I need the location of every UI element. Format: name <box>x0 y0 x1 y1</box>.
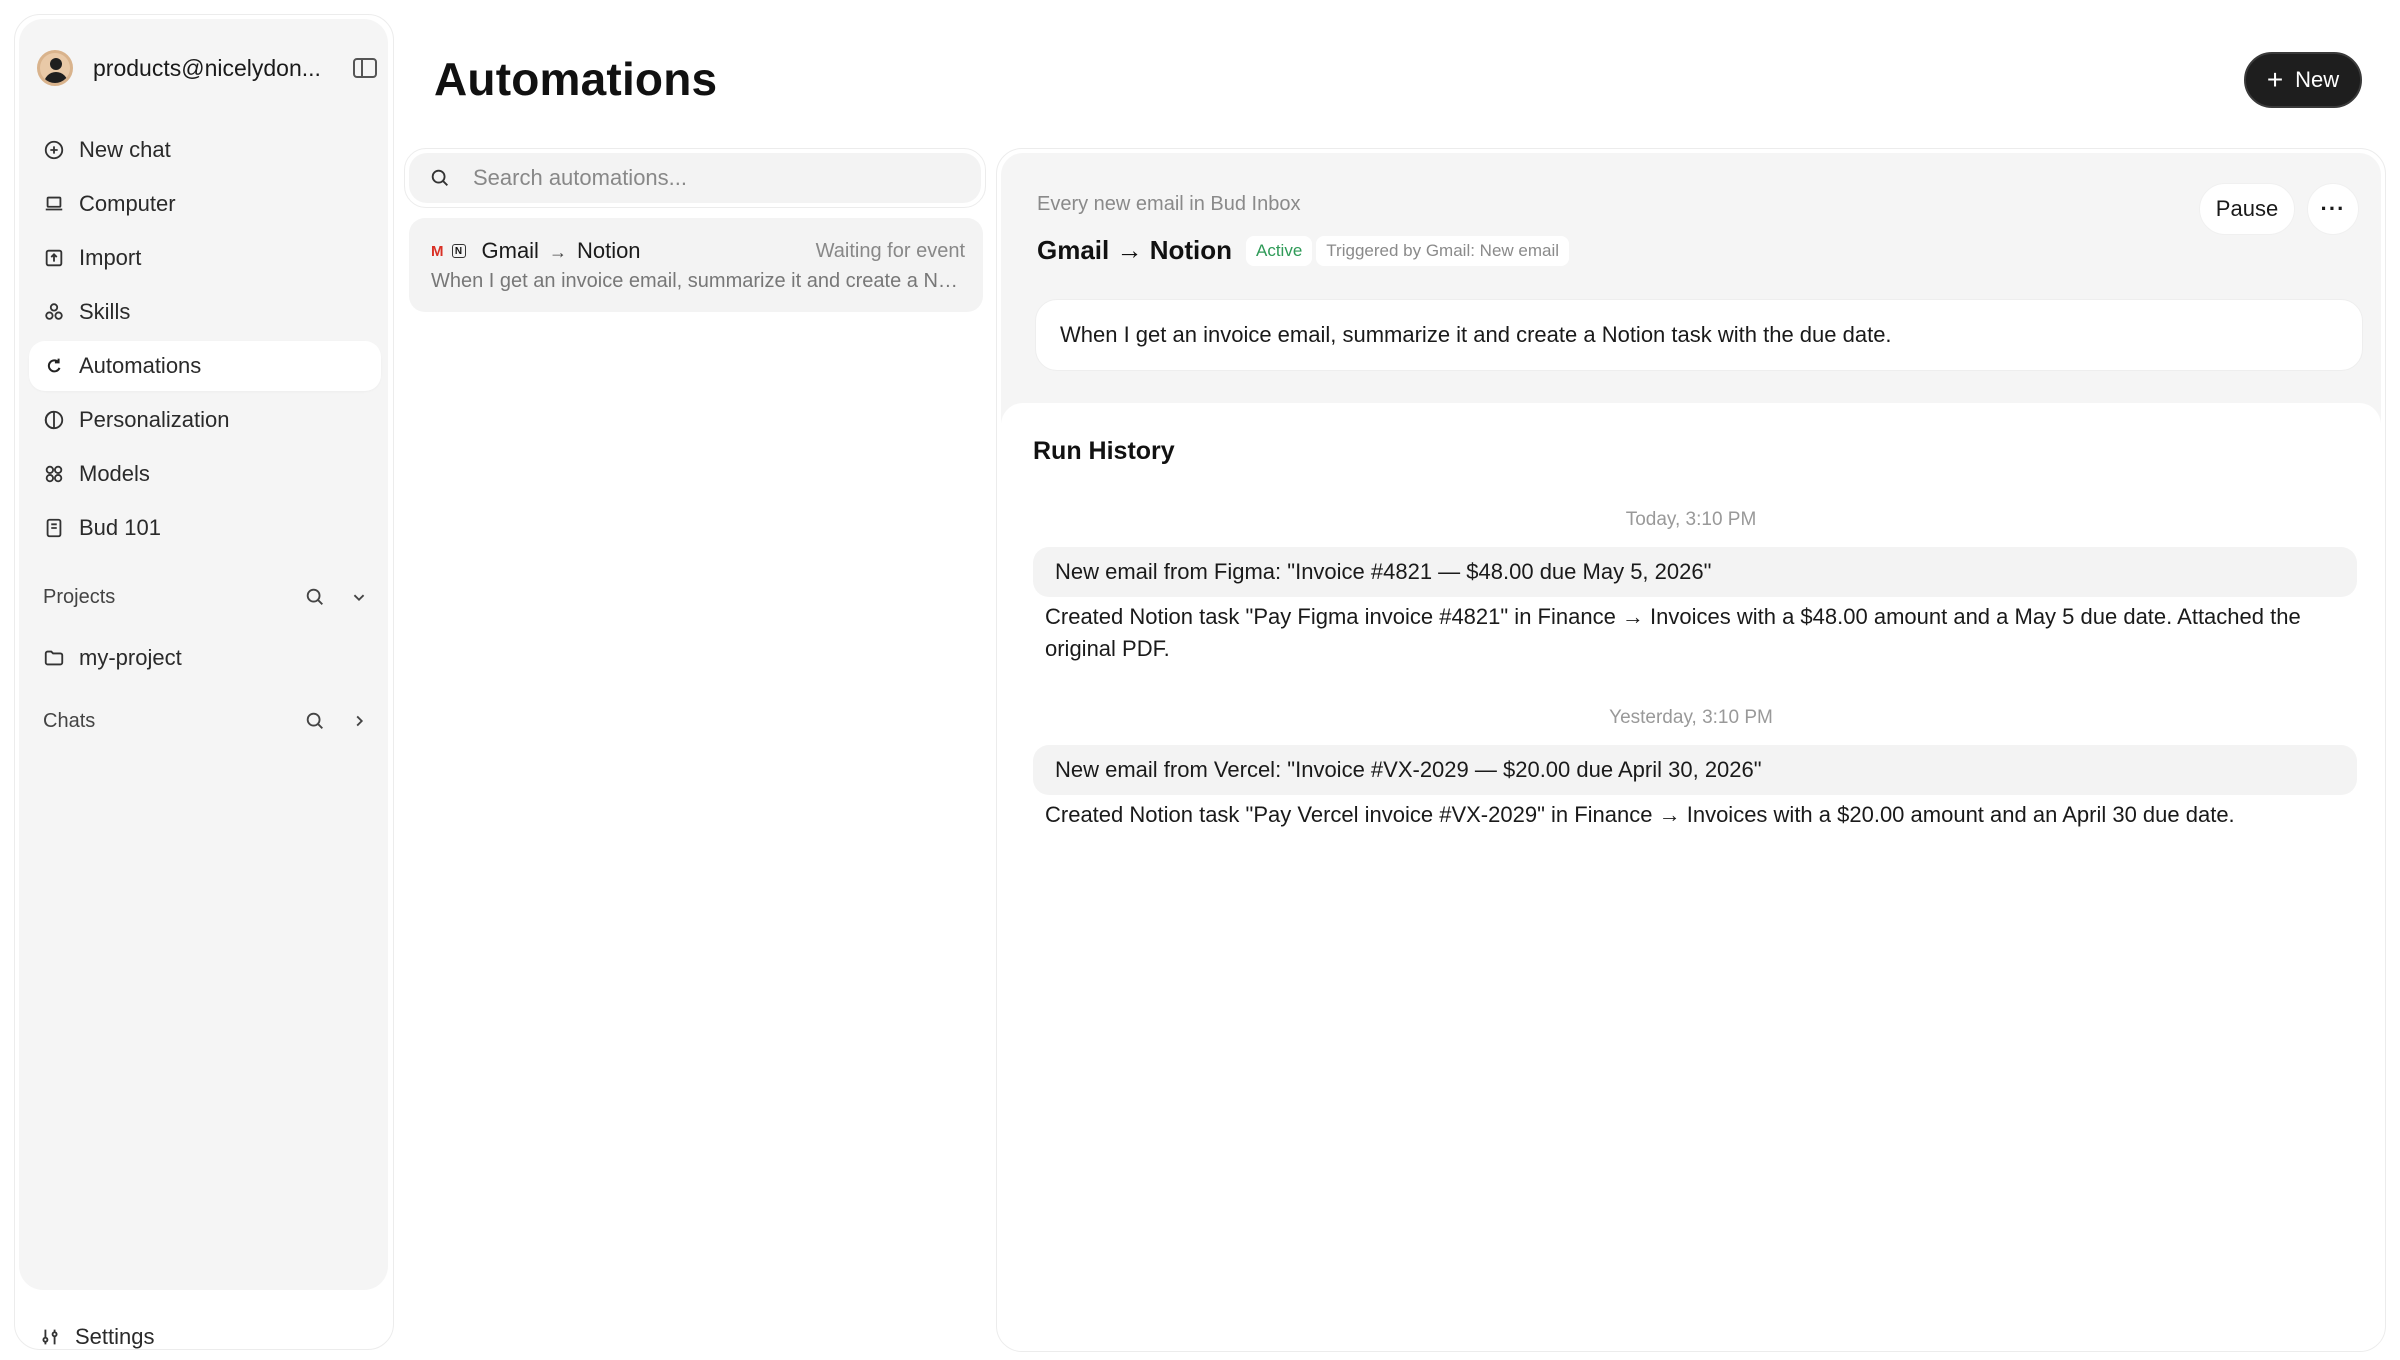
automation-target: Notion <box>576 238 641 263</box>
plus-icon: + <box>2266 64 2284 95</box>
gmail-icon: M <box>431 242 444 260</box>
trigger-caption: Every new email in Bud Inbox <box>1037 193 1301 215</box>
sidebar-nav: New chat Computer Import Skills Automati… <box>29 125 381 557</box>
new-button-label: New <box>2295 67 2340 92</box>
plus-circle-icon <box>43 139 65 161</box>
search-chats-icon[interactable] <box>293 699 337 743</box>
settings-button[interactable]: Settings <box>39 1315 155 1359</box>
app-window: products@nicelydon... New chat Computer <box>0 0 2400 1360</box>
account-name: products@nicelydon... <box>93 54 321 81</box>
sidebar: products@nicelydon... New chat Computer <box>14 14 394 1350</box>
sidebar-item-label: Computer <box>79 191 176 216</box>
automation-prompt: When I get an invoice email, summarize i… <box>1035 299 2363 371</box>
sidebar-item-label: Bud 101 <box>79 515 161 540</box>
chats-label: Chats <box>43 709 96 732</box>
automation-title-row: Gmail → Notion Active Triggered by Gmail… <box>1037 235 1570 266</box>
page-title: Automations <box>434 53 718 105</box>
more-options-icon[interactable]: ··· <box>2307 183 2359 235</box>
folder-icon <box>43 647 65 669</box>
arrow-right-icon: → <box>548 242 567 262</box>
sliders-icon <box>39 1326 61 1348</box>
sidebar-item-label: Automations <box>79 353 202 378</box>
automation-list-item-header: M N Gmail → Notion Waiting for event <box>431 236 965 266</box>
sidebar-item-personalization[interactable]: Personalization <box>29 395 381 445</box>
sidebar-item-label: Models <box>79 461 150 486</box>
search-projects-icon[interactable] <box>293 575 337 619</box>
account-switcher[interactable]: products@nicelydon... <box>37 37 377 99</box>
run-result: Created Notion task "Pay Figma invoice #… <box>1045 604 2301 661</box>
search-input[interactable] <box>473 165 953 191</box>
sidebar-toggle-icon[interactable] <box>353 58 377 78</box>
search-icon <box>431 169 448 186</box>
project-item-my-project[interactable]: my-project <box>29 633 381 683</box>
sidebar-item-import[interactable]: Import <box>29 233 381 283</box>
projects-section-header: Projects <box>43 575 381 619</box>
status-badge: Active <box>1246 235 1313 266</box>
chevron-down-icon[interactable] <box>337 575 381 619</box>
avatar[interactable] <box>37 50 73 86</box>
new-automation-button[interactable]: + New <box>2244 52 2362 108</box>
automation-title: Gmail → Notion <box>1037 235 1232 265</box>
run-timestamp: Yesterday, 3:10 PM <box>1609 707 1773 728</box>
projects-label: Projects <box>43 585 116 608</box>
models-icon <box>43 463 65 485</box>
notion-icon: N <box>451 244 466 258</box>
automation-list-item-description: When I get an invoice email, summarize i… <box>431 270 967 292</box>
automation-detail-panel: Every new email in Bud Inbox Gmail → Not… <box>996 148 2386 1352</box>
automation-list-item-title: Gmail → Notion <box>482 238 641 264</box>
sidebar-panel: products@nicelydon... New chat Computer <box>19 19 388 1290</box>
chats-section-header: Chats <box>43 699 381 743</box>
loop-icon <box>43 355 65 377</box>
book-icon <box>43 517 65 539</box>
sidebar-item-label: Personalization <box>79 407 230 432</box>
sidebar-item-computer[interactable]: Computer <box>29 179 381 229</box>
pause-button[interactable]: Pause <box>2199 183 2295 235</box>
run-timestamp: Today, 3:10 PM <box>1625 509 1757 530</box>
sidebar-item-models[interactable]: Models <box>29 449 381 499</box>
run-history-title: Run History <box>1033 437 1175 465</box>
sidebar-item-new-chat[interactable]: New chat <box>29 125 381 175</box>
settings-label: Settings <box>75 1324 155 1349</box>
import-icon <box>43 247 65 269</box>
automation-list-item[interactable]: M N Gmail → Notion Waiting for event When … <box>409 218 983 312</box>
automation-detail-header: Every new email in Bud Inbox Gmail → Not… <box>1001 153 2381 423</box>
project-label: my-project <box>79 645 182 670</box>
sidebar-item-skills[interactable]: Skills <box>29 287 381 337</box>
run-result: Created Notion task "Pay Vercel invoice … <box>1045 802 2235 827</box>
automation-source: Gmail <box>481 238 539 263</box>
search-box <box>404 148 986 208</box>
laptop-icon <box>43 193 65 215</box>
run-trigger: New email from Vercel: "Invoice #VX-2029… <box>1033 745 2357 795</box>
search-field <box>409 153 981 203</box>
shapes-icon <box>43 301 65 323</box>
trigger-badge: Triggered by Gmail: New email <box>1316 235 1570 266</box>
globe-half-icon <box>43 409 65 431</box>
sidebar-item-label: Skills <box>79 299 131 324</box>
sidebar-item-bud-101[interactable]: Bud 101 <box>29 503 381 553</box>
sidebar-item-label: Import <box>79 245 142 270</box>
automation-status: Waiting for event <box>815 239 965 262</box>
sidebar-item-label: New chat <box>79 137 171 162</box>
run-trigger: New email from Figma: "Invoice #4821 — $… <box>1033 547 2357 597</box>
chevron-right-icon[interactable] <box>337 699 381 743</box>
run-history: Run History Today, 3:10 PM New email fro… <box>1001 403 2381 1351</box>
sidebar-item-automations[interactable]: Automations <box>29 341 381 391</box>
